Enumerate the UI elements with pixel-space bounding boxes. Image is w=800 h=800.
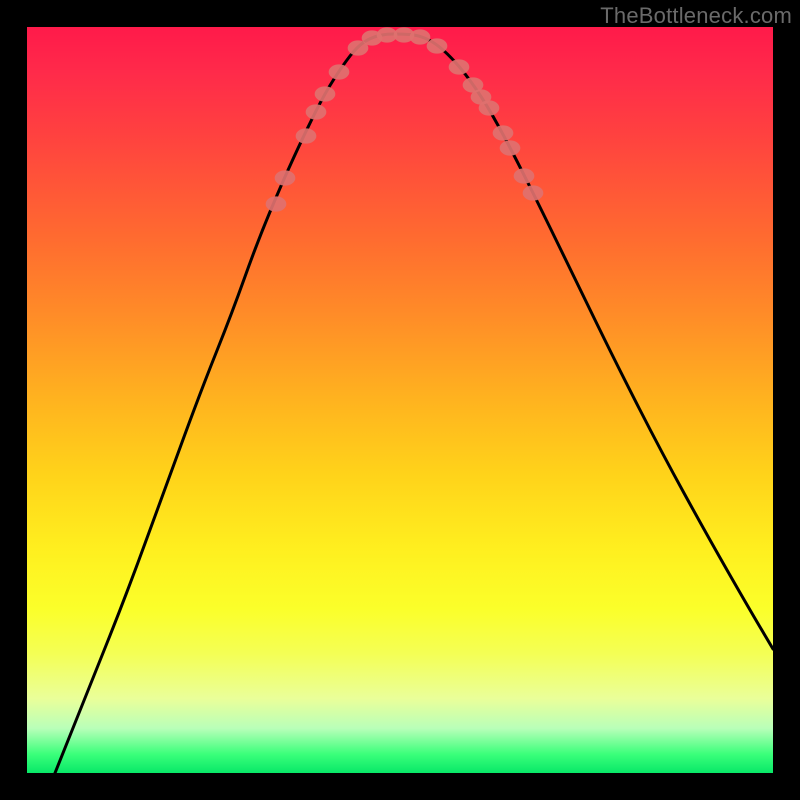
watermark-text: TheBottleneck.com [600,3,792,29]
data-marker [315,86,336,101]
data-marker [275,170,296,185]
chart-frame: TheBottleneck.com [0,0,800,800]
data-marker [266,196,287,211]
data-marker [427,38,448,53]
data-marker [329,64,350,79]
data-marker [493,125,514,140]
data-marker [514,168,535,183]
data-marker [479,100,500,115]
data-markers [266,27,544,211]
data-marker [296,128,317,143]
data-marker [500,140,521,155]
data-marker [523,185,544,200]
data-marker [306,104,327,119]
plot-area [27,27,773,773]
chart-svg [27,27,773,773]
data-marker [410,29,431,44]
data-marker [449,59,470,74]
curve-line [55,34,773,773]
bottleneck-curve [55,34,773,773]
